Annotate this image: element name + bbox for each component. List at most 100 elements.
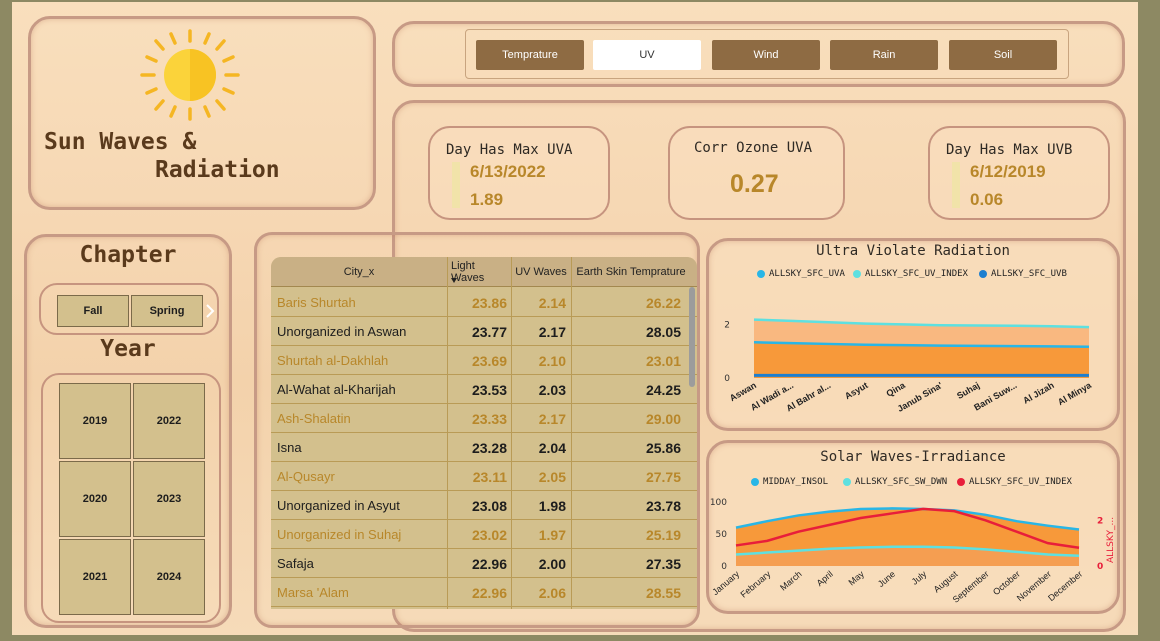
cell-city: Al-Wahat al-Kharijah <box>277 382 396 397</box>
table-row[interactable]: Al-Wahat al-Kharijah 23.53 2.03 24.25 <box>271 375 697 404</box>
year-option-2024[interactable]: 2024 <box>133 539 205 615</box>
kpi-card-max-uva: Day Has Max UVA 6/13/2022 1.89 <box>428 126 610 220</box>
year-option-2021[interactable]: 2021 <box>59 539 131 615</box>
y-tick-label: 100 <box>710 498 727 508</box>
table-row[interactable]: Al-Qusayr 23.11 2.05 27.75 <box>271 462 697 491</box>
sort-desc-icon <box>451 278 457 283</box>
x-tick-label: December <box>1046 569 1084 603</box>
cell-uv-waves: 1.97 <box>538 526 566 543</box>
x-tick-label: Suhaj <box>955 380 981 401</box>
table-row[interactable]: Baris Shurtah 23.86 2.14 26.22 <box>271 288 697 317</box>
chapter-title: Chapter <box>79 242 177 268</box>
cell-earth-skin-temprature: 25.86 <box>645 439 681 456</box>
cell-city: Unorganized in Aswan <box>277 324 407 339</box>
table-row[interactable]: Safaja 22.96 2.00 27.35 <box>271 549 697 578</box>
y-tick-label: 50 <box>716 530 728 540</box>
cell-earth-skin-temprature: 27.35 <box>645 555 681 572</box>
table-row[interactable]: Marsa 'Alam 22.96 2.06 28.55 <box>271 578 697 607</box>
table-panel: City_x Light Waves UV Waves Earth Skin T… <box>254 232 700 628</box>
column-header-earth-skin-temprature[interactable]: Earth Skin Temprature <box>571 257 691 287</box>
cell-earth-skin-temprature: 27.75 <box>645 468 681 485</box>
table-row[interactable]: Unorganized in Aswan 23.77 2.17 28.05 <box>271 317 697 346</box>
x-tick-label: Bani Suw... <box>972 380 1018 412</box>
cell-uv-waves: 2.04 <box>538 439 566 456</box>
cell-light-waves: 23.77 <box>471 323 507 340</box>
cell-uv-waves: 2.05 <box>538 468 566 485</box>
cell-city: Marsa 'Alam <box>277 585 349 600</box>
kpi-title: Corr Ozone UVA <box>694 140 813 156</box>
x-tick-label: May <box>847 569 867 588</box>
cell-light-waves: 23.28 <box>471 439 507 456</box>
cell-city: Al-Qusayr <box>277 469 335 484</box>
x-tick-label: August <box>932 569 960 595</box>
city-table: City_x Light Waves UV Waves Earth Skin T… <box>271 257 697 609</box>
year-option-2019[interactable]: 2019 <box>59 383 131 459</box>
table-scrollbar[interactable] <box>689 287 695 387</box>
cell-uv-waves: 2.17 <box>538 410 566 427</box>
table-row[interactable]: Shurtah al-Dakhlah 23.69 2.10 23.01 <box>271 346 697 375</box>
table-row[interactable]: Isna 23.28 2.04 25.86 <box>271 433 697 462</box>
kpi-date: 6/13/2022 <box>470 162 546 181</box>
tab-uv[interactable]: UV <box>593 40 701 70</box>
x-tick-label: April <box>815 569 835 588</box>
tab-temprature[interactable]: Temprature <box>476 40 584 70</box>
year-slicer: 2019 2022 2020 2023 2021 2024 <box>41 373 221 623</box>
cell-earth-skin-temprature: 24.25 <box>645 381 681 398</box>
table-row[interactable]: Ash-Shalatin 23.33 2.17 29.00 <box>271 404 697 433</box>
cell-light-waves: 23.53 <box>471 381 507 398</box>
y2-axis-label: ALLSKY_... <box>1106 517 1116 563</box>
x-tick-label: March <box>778 569 804 593</box>
kpi-bar <box>452 162 460 208</box>
cell-earth-skin-temprature: 23.01 <box>645 352 681 369</box>
tab-wind[interactable]: Wind <box>712 40 820 70</box>
cell-uv-waves: 2.17 <box>538 323 566 340</box>
chapter-option-fall[interactable]: Fall <box>57 295 129 327</box>
column-header-city[interactable]: City_x <box>271 257 447 287</box>
cell-light-waves: 23.69 <box>471 352 507 369</box>
y-tick-label: 0 <box>721 562 727 572</box>
kpi-card-max-uvb: Day Has Max UVB 6/12/2019 0.06 <box>928 126 1110 220</box>
kpi-value: 1.89 <box>470 190 504 209</box>
uv-chart-panel: Ultra Violate Radiation ALLSKY_SFC_UVA A… <box>706 238 1120 431</box>
chapter-slicer: Fall Spring <box>39 283 219 335</box>
cell-light-waves: 23.86 <box>471 294 507 311</box>
year-title: Year <box>100 336 156 362</box>
table-row[interactable]: Unorganized in Suhaj 23.02 1.97 25.19 <box>271 520 697 549</box>
cell-earth-skin-temprature: 28.55 <box>645 584 681 601</box>
year-option-2023[interactable]: 2023 <box>133 461 205 537</box>
solar-chart-panel: Solar Waves-Irradiance MIDDAY_INSOL ALLS… <box>706 440 1120 614</box>
y-tick-label: 0 <box>724 374 730 384</box>
year-option-2020[interactable]: 2020 <box>59 461 131 537</box>
y-tick-label: 2 <box>724 320 730 330</box>
kpi-title: Day Has Max UVB <box>946 142 1073 158</box>
kpi-date: 6/12/2019 <box>970 162 1046 181</box>
x-tick-label: Al Jizah <box>1021 380 1055 406</box>
cell-city: Isna <box>277 440 302 455</box>
cell-city: Unorganized in Suhaj <box>277 527 402 542</box>
tabs-panel: Temprature UV Wind Rain Soil <box>392 21 1125 87</box>
cell-light-waves: 23.33 <box>471 410 507 427</box>
column-header-uv-waves[interactable]: UV Waves <box>511 257 571 287</box>
cell-earth-skin-temprature: 26.22 <box>645 294 681 311</box>
area-uva <box>754 342 1089 378</box>
dashboard: Sun Waves & Radiation Temprature UV Wind… <box>12 2 1138 635</box>
cell-city: Safaja <box>277 556 314 571</box>
cell-light-waves: 23.08 <box>471 497 507 514</box>
cell-earth-skin-temprature: 23.78 <box>645 497 681 514</box>
table-header: City_x Light Waves UV Waves Earth Skin T… <box>271 257 697 287</box>
tab-rain[interactable]: Rain <box>830 40 938 70</box>
kpi-value: 0.27 <box>730 170 779 198</box>
chapter-option-spring[interactable]: Spring <box>131 295 203 327</box>
page-title-line2: Radiation <box>155 157 280 183</box>
y2-tick-label: 2 <box>1097 516 1103 526</box>
cell-earth-skin-temprature: 25.19 <box>645 526 681 543</box>
cell-uv-waves: 2.10 <box>538 352 566 369</box>
cell-light-waves: 22.96 <box>471 584 507 601</box>
year-option-2022[interactable]: 2022 <box>133 383 205 459</box>
tab-soil[interactable]: Soil <box>949 40 1057 70</box>
chevron-right-icon[interactable] <box>205 303 215 319</box>
kpi-bar <box>952 162 960 208</box>
table-row[interactable]: Unorganized in Asyut 23.08 1.98 23.78 <box>271 491 697 520</box>
x-tick-label: Asyut <box>843 380 870 401</box>
x-tick-label: Qina <box>885 380 908 399</box>
